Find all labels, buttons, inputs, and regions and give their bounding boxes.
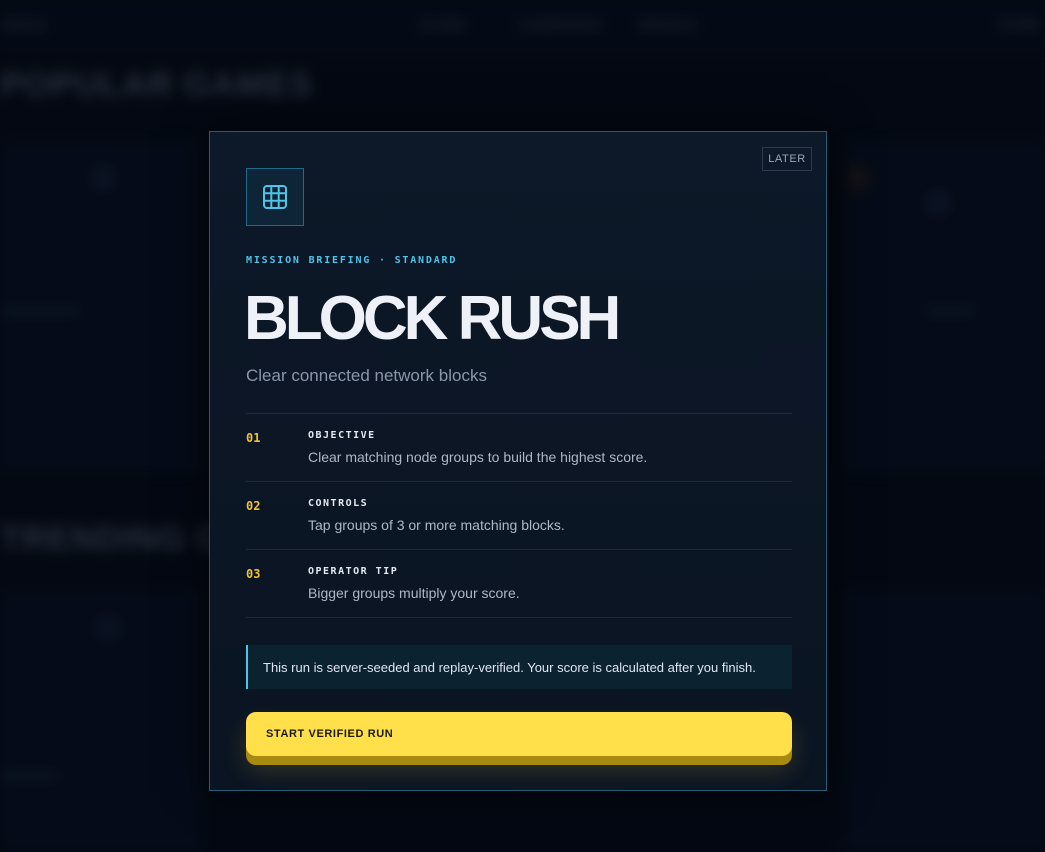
step-description: Bigger groups multiply your score. — [308, 585, 520, 601]
step-label: OPERATOR TIP — [308, 566, 399, 577]
game-title: BLOCK RUSH — [244, 284, 621, 353]
step-label: CONTROLS — [308, 498, 369, 509]
step-number: 02 — [246, 499, 261, 513]
step-description: Clear matching node groups to build the … — [308, 449, 648, 465]
step-number: 01 — [246, 431, 261, 445]
mission-briefing-modal: LATER MISSION BRIEFING · STANDARD BLOCK … — [209, 131, 827, 791]
grid-icon — [246, 168, 304, 226]
game-subtitle: Clear connected network blocks — [246, 366, 487, 385]
step-label: OBJECTIVE — [308, 430, 376, 441]
later-button[interactable]: LATER — [762, 147, 812, 171]
briefing-steps: 01 OBJECTIVE Clear matching node groups … — [246, 413, 792, 618]
verification-notice: This run is server-seeded and replay-ver… — [246, 645, 792, 689]
mission-eyebrow: MISSION BRIEFING · STANDARD — [246, 255, 458, 266]
briefing-step-operator-tip: 03 OPERATOR TIP Bigger groups multiply y… — [246, 550, 792, 618]
briefing-step-controls: 02 CONTROLS Tap groups of 3 or more matc… — [246, 482, 792, 550]
step-description: Tap groups of 3 or more matching blocks. — [308, 517, 565, 533]
step-number: 03 — [246, 567, 261, 581]
start-verified-run-button[interactable]: START VERIFIED RUN — [246, 712, 792, 756]
briefing-step-objective: 01 OBJECTIVE Clear matching node groups … — [246, 414, 792, 482]
